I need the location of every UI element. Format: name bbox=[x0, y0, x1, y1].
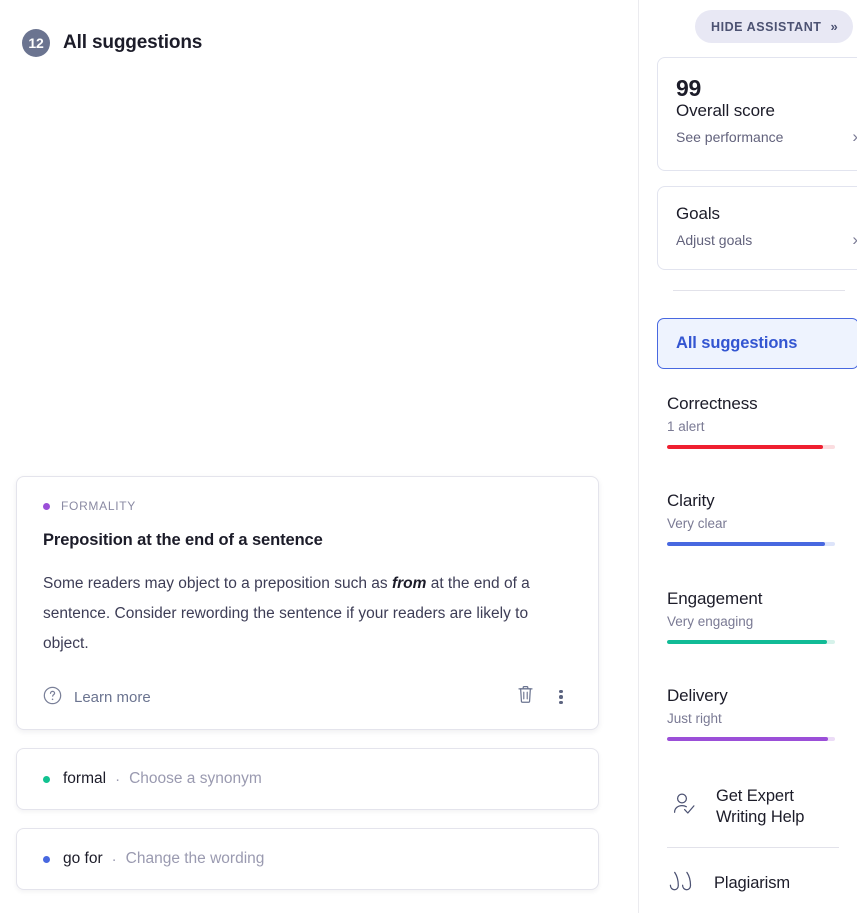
overall-score-value: 99 bbox=[676, 75, 701, 101]
list-item[interactable]: go for · Change the wording bbox=[16, 828, 599, 890]
goals-card[interactable]: Goals Adjust goals › bbox=[657, 186, 857, 270]
metric-status: Very clear bbox=[667, 516, 728, 531]
hide-assistant-button[interactable]: HIDE ASSISTANT » bbox=[695, 10, 853, 43]
metric-clarity[interactable]: Clarity Very clear bbox=[667, 491, 857, 546]
overall-score-card[interactable]: 99 Overall score See performance › bbox=[657, 57, 857, 171]
chevron-double-right-icon: » bbox=[830, 19, 837, 34]
metric-correctness[interactable]: Correctness 1 alert bbox=[667, 394, 857, 449]
chevron-right-icon: › bbox=[852, 128, 857, 145]
person-check-icon bbox=[667, 788, 701, 827]
metric-delivery[interactable]: Delivery Just right bbox=[667, 686, 857, 741]
adjust-goals-label: Adjust goals bbox=[676, 232, 753, 248]
chip-action-label: Change the wording bbox=[125, 850, 265, 867]
plagiarism-button[interactable]: Plagiarism bbox=[667, 868, 790, 899]
metric-engagement[interactable]: Engagement Very engaging bbox=[667, 589, 857, 644]
more-vertical-icon bbox=[559, 688, 563, 707]
suggestion-count-badge: 12 bbox=[22, 29, 50, 57]
trash-icon bbox=[516, 684, 535, 710]
metric-name: Correctness bbox=[667, 394, 758, 413]
question-circle-icon bbox=[43, 686, 62, 709]
metric-bar-fill bbox=[667, 737, 829, 741]
suggestions-panel: 12 All suggestions FORMALITY Preposition… bbox=[0, 0, 639, 913]
metric-status: 1 alert bbox=[667, 419, 705, 434]
sidebar-divider bbox=[673, 290, 845, 291]
learn-more-button[interactable]: Learn more bbox=[43, 686, 151, 709]
category-row: FORMALITY bbox=[43, 499, 572, 513]
metric-bar-track bbox=[667, 445, 835, 449]
metric-bar-track bbox=[667, 542, 835, 546]
action-label-line1: Get Expert bbox=[716, 787, 794, 805]
action-label-line2: Writing Help bbox=[716, 808, 805, 826]
formality-dot-icon bbox=[43, 502, 50, 510]
metric-bar-fill bbox=[667, 542, 825, 546]
panel-header: 12 All suggestions bbox=[0, 0, 638, 66]
metric-name: Engagement bbox=[667, 589, 763, 608]
metric-bar-fill bbox=[667, 445, 824, 449]
metric-bar-track bbox=[667, 640, 835, 644]
synonym-dot-icon bbox=[43, 775, 50, 783]
assistant-sidebar: HIDE ASSISTANT » 99 Overall score See pe… bbox=[639, 0, 857, 913]
more-options-button[interactable] bbox=[550, 682, 572, 712]
metric-status: Just right bbox=[667, 711, 722, 726]
metric-name: Clarity bbox=[667, 491, 715, 510]
suggestion-body: Some readers may object to a preposition… bbox=[43, 569, 572, 659]
chip-action-label: Choose a synonym bbox=[129, 770, 262, 787]
metric-bar-track bbox=[667, 737, 835, 741]
metric-bar-fill bbox=[667, 640, 827, 644]
adjust-goals-row[interactable]: Adjust goals › bbox=[676, 231, 857, 248]
learn-more-label: Learn more bbox=[74, 688, 151, 706]
body-text-before: Some readers may object to a preposition… bbox=[43, 575, 392, 592]
get-expert-writing-help-button[interactable]: Get Expert Writing Help bbox=[667, 786, 804, 828]
chevron-right-icon: › bbox=[852, 231, 857, 248]
chip-separator: · bbox=[111, 850, 117, 868]
suggestion-card-footer: Learn more bbox=[43, 681, 572, 713]
suggestion-card-stack: FORMALITY Preposition at the end of a se… bbox=[16, 476, 599, 890]
metric-status: Very engaging bbox=[667, 614, 754, 629]
metric-name: Delivery bbox=[667, 686, 728, 705]
chip-word: go for bbox=[63, 850, 103, 867]
hide-assistant-label: HIDE ASSISTANT bbox=[711, 19, 822, 34]
action-label-line1: Plagiarism bbox=[714, 874, 791, 892]
suggestion-card[interactable]: FORMALITY Preposition at the end of a se… bbox=[16, 476, 599, 730]
chip-separator: · bbox=[115, 770, 121, 788]
tab-all-suggestions[interactable]: All suggestions bbox=[657, 318, 857, 369]
list-item[interactable]: formal · Choose a synonym bbox=[16, 748, 599, 810]
delete-suggestion-button[interactable] bbox=[510, 682, 540, 712]
chip-word: formal bbox=[63, 770, 107, 787]
overall-score-label: Overall score bbox=[676, 101, 775, 120]
suggestion-title: Preposition at the end of a sentence bbox=[43, 531, 323, 549]
wording-dot-icon bbox=[43, 855, 50, 863]
goals-title: Goals bbox=[676, 204, 720, 223]
sidebar-divider-bottom bbox=[667, 847, 839, 848]
see-performance-row[interactable]: See performance › bbox=[676, 128, 857, 145]
grammarly-assistant-window: 12 All suggestions FORMALITY Preposition… bbox=[0, 0, 857, 913]
see-performance-label: See performance bbox=[676, 129, 784, 145]
body-emphasis-word: from bbox=[391, 575, 427, 592]
quote-icon bbox=[667, 868, 699, 899]
page-title: All suggestions bbox=[63, 32, 203, 53]
category-label: FORMALITY bbox=[61, 499, 136, 513]
